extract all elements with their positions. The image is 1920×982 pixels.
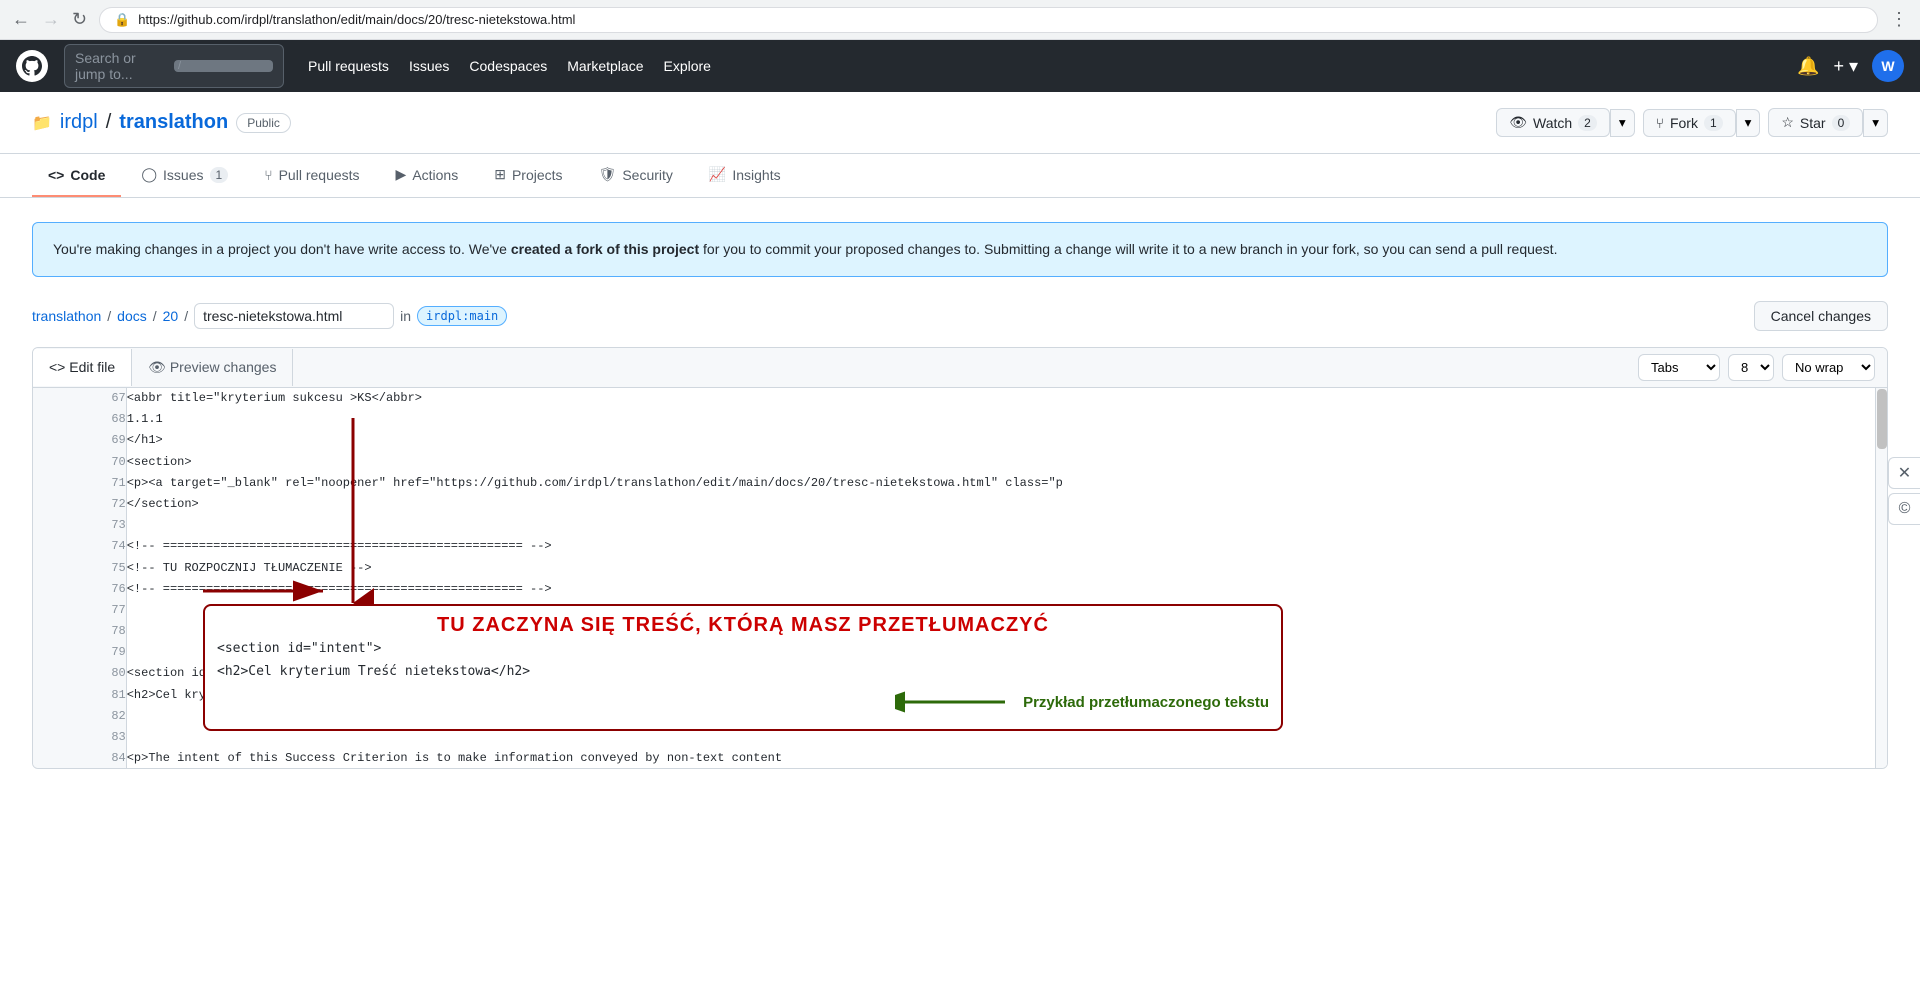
table-row: 71 <p><a target="_blank" rel="noopener" … (33, 473, 1873, 494)
breadcrumb-path2[interactable]: 20 (163, 308, 179, 324)
wrap-select[interactable]: No wrap Soft wrap (1782, 354, 1875, 381)
code-annotation-area: 67 <abbr title="kryterium sukcesu >KS</a… (33, 388, 1887, 768)
table-row: 70 <section> (33, 452, 1873, 473)
table-row: 74 <!-- ================================… (33, 536, 1873, 557)
visibility-badge: Public (236, 113, 291, 133)
actions-icon: ▶ (396, 166, 407, 183)
lock-icon: 🔒 (114, 12, 130, 28)
reload-btn[interactable]: ↻ (72, 9, 87, 30)
bell-icon[interactable]: 🔔 (1797, 56, 1819, 77)
table-row: 81 <h2>Cel kryterium Treść nietekstowa</… (33, 685, 1873, 706)
table-row: 82 (33, 706, 1873, 727)
table-row: 73 (33, 515, 1873, 536)
cancel-changes-button[interactable]: Cancel changes (1754, 301, 1888, 331)
breadcrumb: translathon / docs / 20 / in irdpl:main (32, 303, 507, 329)
editor-panel: <> Edit file 👁 Preview changes Tabs Spac… (32, 347, 1888, 769)
in-label: in (400, 308, 411, 324)
table-row: 75 <!-- TU ROZPOCZNIJ TŁUMACZENIE --> (33, 558, 1873, 579)
tab-pull-requests[interactable]: ⑂ Pull requests (248, 154, 375, 197)
table-row: 76 <!-- ================================… (33, 579, 1873, 600)
table-row: 72 </section> (33, 494, 1873, 515)
code-editor[interactable]: 67 <abbr title="kryterium sukcesu >KS</a… (33, 388, 1887, 768)
table-row: 67 <abbr title="kryterium sukcesu >KS</a… (33, 388, 1873, 409)
tab-actions[interactable]: ▶ Actions (380, 154, 475, 197)
url-bar[interactable]: https://github.com/irdpl/translathon/edi… (138, 12, 1863, 27)
table-row: 68 1.1.1 (33, 409, 1873, 430)
breadcrumb-path1[interactable]: docs (117, 308, 147, 324)
eye-icon: 👁 (1509, 114, 1527, 131)
forward-btn[interactable]: → (42, 9, 60, 30)
fork-icon: ⑂ (1656, 115, 1664, 131)
code-icon: <> (48, 167, 64, 183)
watch-button[interactable]: 👁 Watch 2 (1496, 108, 1610, 137)
tab-issues[interactable]: ◯ Issues 1 (125, 154, 244, 197)
repo-title: 📁 irdpl / translathon Public (32, 111, 291, 134)
projects-icon: ⊞ (494, 166, 506, 183)
browser-menu[interactable]: ⋮ (1890, 9, 1908, 30)
star-button[interactable]: ☆ Star 0 (1768, 108, 1863, 137)
star-icon: ☆ (1781, 114, 1794, 131)
tabs-select[interactable]: Tabs Spaces (1638, 354, 1720, 381)
repo-tabs: <> Code ◯ Issues 1 ⑂ Pull requests ▶ Act… (0, 154, 1920, 198)
close-side-btn[interactable]: ✕ (1888, 457, 1920, 489)
table-row: 78 (33, 621, 1873, 642)
fork-dropdown[interactable]: ▾ (1736, 109, 1761, 137)
preview-changes-tab[interactable]: 👁 Preview changes (132, 349, 293, 386)
info-side-btn[interactable]: © (1888, 493, 1920, 525)
watch-count: 2 (1578, 115, 1597, 131)
issues-badge: 1 (210, 167, 229, 183)
tab-security[interactable]: 🛡 Security (583, 154, 689, 197)
alert-bold: created a fork of this project (511, 241, 699, 257)
alert-text1: You're making changes in a project you d… (53, 241, 511, 257)
pr-icon: ⑂ (264, 167, 272, 183)
table-row: 69 </h1> (33, 430, 1873, 451)
slash-shortcut: / (174, 60, 273, 72)
search-placeholder: Search or jump to... (75, 50, 166, 82)
tab-projects[interactable]: ⊞ Projects (478, 154, 578, 197)
insights-icon: 📈 (709, 166, 726, 183)
table-row: 77 (33, 600, 1873, 621)
nav-explore[interactable]: Explore (664, 58, 711, 74)
tab-insights[interactable]: 📈 Insights (693, 154, 797, 197)
edit-icon: <> (49, 359, 65, 375)
avatar[interactable]: W (1872, 50, 1904, 82)
tab-code[interactable]: <> Code (32, 154, 121, 197)
top-nav-links: Pull requests Issues Codespaces Marketpl… (308, 58, 711, 74)
breadcrumb-repo[interactable]: translathon (32, 308, 101, 324)
fork-button[interactable]: ⑂ Fork 1 (1643, 109, 1736, 137)
nav-pull-requests[interactable]: Pull requests (308, 58, 389, 74)
security-icon: 🛡 (599, 166, 617, 183)
github-logo[interactable] (16, 50, 48, 82)
nav-marketplace[interactable]: Marketplace (567, 58, 643, 74)
back-btn[interactable]: ← (12, 9, 30, 30)
alert-box: You're making changes in a project you d… (32, 222, 1888, 277)
edit-file-tab[interactable]: <> Edit file (33, 349, 132, 386)
nav-codespaces[interactable]: Codespaces (469, 58, 547, 74)
branch-badge: irdpl:main (417, 306, 507, 326)
star-dropdown[interactable]: ▾ (1863, 109, 1888, 137)
filename-input[interactable] (194, 303, 394, 329)
table-row: 83 (33, 727, 1873, 748)
alert-text2: for you to commit your proposed changes … (699, 241, 1557, 257)
search-box[interactable]: Search or jump to... / (64, 44, 284, 88)
nav-issues[interactable]: Issues (409, 58, 449, 74)
issue-icon: ◯ (141, 166, 157, 183)
preview-icon: 👁 (148, 359, 166, 375)
repo-icon: 📁 (32, 113, 52, 133)
tab-size-select[interactable]: 2 4 8 (1728, 354, 1774, 381)
watch-dropdown[interactable]: ▾ (1610, 109, 1635, 137)
table-row: 80 <section id="intent"> (33, 663, 1873, 684)
repo-name-link[interactable]: translathon (119, 111, 228, 134)
code-table: 67 <abbr title="kryterium sukcesu >KS</a… (33, 388, 1873, 768)
star-count: 0 (1832, 115, 1851, 131)
plus-icon[interactable]: + ▾ (1833, 56, 1858, 77)
table-row: 79 (33, 642, 1873, 663)
side-float-panel: ✕ © (1888, 457, 1920, 525)
fork-count: 1 (1704, 115, 1723, 131)
table-row: 84 <p>The intent of this Success Criteri… (33, 748, 1873, 768)
repo-owner-link[interactable]: irdpl (60, 111, 98, 134)
